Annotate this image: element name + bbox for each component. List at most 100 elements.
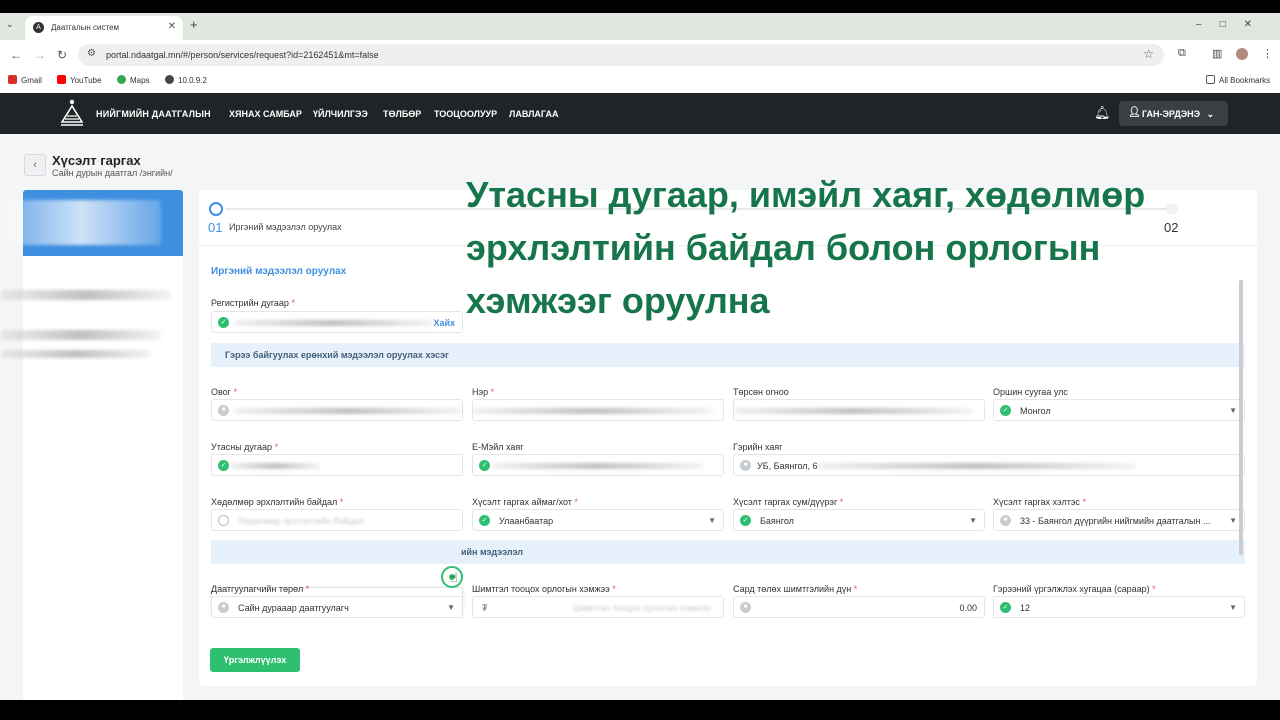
screen: ⌄ A Даатгалын систем ✕ + –□✕ ← → ↻ ⚙ por… [0,0,1280,720]
unit-label: Хүсэлт гаргах хэлтэс * [993,497,1086,507]
income-label: Шимтгэл тооцох орлогын хэмжээ * [472,584,616,594]
close-tab-icon[interactable]: ✕ [168,21,176,32]
scrollbar[interactable] [1239,280,1243,555]
caret-down-icon: ▼ [1229,516,1237,525]
email-field[interactable]: ✓ [472,454,724,476]
menu-services[interactable]: ҮЙЛЧИЛГЭЭ [313,109,368,119]
forward-arrow-icon[interactable]: → [34,48,46,62]
site-info-icon[interactable]: ⚙ [87,48,96,59]
menu-calculator[interactable]: ТООЦООЛУУР [434,109,497,119]
sum-select[interactable]: ✓ Баянгол ▼ [733,509,985,531]
sidepanel-icon[interactable]: ▥ [1212,47,1222,60]
address-bar[interactable]: ⚙ portal.ndaatgal.mn/#/person/services/r… [78,44,1164,66]
sum-label: Хүсэлт гаргах сум/дүүрэг * [733,497,844,507]
birthdate-field[interactable] [733,399,985,421]
country-select[interactable]: ✓ Монгол ▼ [993,399,1245,421]
browser-toolbar: ← → ↻ ⚙ portal.ndaatgal.mn/#/person/serv… [0,40,1280,69]
check-icon: ✓ [218,317,229,328]
employment-label: Хөдөлмөр эрхлэлтийн байдал * [211,497,344,507]
window-controls[interactable]: –□✕ [1196,19,1270,30]
register-label: Регистрийн дугаар * [211,298,295,308]
monthly-label: Сард төлөх шимтгэлийн дүн * [733,584,858,594]
surname-field[interactable]: ■ [211,399,464,421]
back-button[interactable]: ‹ [24,154,46,176]
register-field[interactable]: ✓ Хайх [211,311,463,333]
radio-icon [218,515,229,526]
blurred-value [493,463,703,469]
bookmark-gmail[interactable]: Gmail [8,75,42,85]
check-icon: ✓ [1000,602,1011,613]
new-tab-icon[interactable]: + [190,17,198,32]
step-1-indicator [209,202,223,216]
bookmarks-bar: Gmail YouTube Maps 10.0.9.2 All Bookmark… [0,69,1280,93]
menu-reference[interactable]: ЛАВЛАГАА [509,109,558,119]
tab-search-icon[interactable]: ⌄ [6,19,14,30]
insured-type-select[interactable]: ■ Сайн дурааар даатгуулагч ▼ [211,596,463,618]
unit-select[interactable]: ■ 33 - Баянгол дүүргийн нийгмийн даатгал… [993,509,1245,531]
browser-tabbar: ⌄ A Даатгалын систем ✕ + –□✕ [0,13,1280,40]
lock-icon: ■ [1000,515,1011,526]
bookmark-youtube[interactable]: YouTube [57,75,101,85]
employment-select[interactable]: Хөдөлмөр эрхлэлтийн байдал [211,509,463,531]
chevron-down-icon: ⌄ [1206,109,1215,119]
check-icon: ✓ [479,515,490,526]
step-1-label: Иргэний мэдээлэл оруулах [229,222,342,232]
step-1-number: 01 [208,220,223,235]
check-icon: ✓ [1000,405,1011,416]
user-menu-button[interactable]: 👤︎ ГАН-ЭРДЭНЭ ⌄ [1119,101,1228,126]
app-header: НИЙГМИЙН ДААТГАЛЫН ХЯНАХ САМБАР ҮЙЛЧИЛГЭ… [0,93,1280,134]
address-field[interactable]: ■ УБ, Баянгол, 6 [733,454,1245,476]
phone-field[interactable]: ✓ [211,454,463,476]
bookmark-maps[interactable]: Maps [117,75,150,85]
blurred-user-info [1,200,161,245]
menu-dashboard[interactable]: ХЯНАХ САМБАР [229,109,302,119]
youtube-icon [57,75,66,84]
bell-icon[interactable]: 🔔︎ [1094,105,1111,121]
blurred-value [816,463,1136,469]
mouse-cursor-icon: ☝︎ [450,570,458,585]
blurred-value [234,408,464,414]
bookmark-ip[interactable]: 10.0.9.2 [165,75,207,85]
insurance-info-bar: ийн мэдээлэл [211,540,1245,564]
section-title: Иргэний мэдээлэл оруулах [211,266,347,277]
caption-overlay: Утасны дугаар, имэйл хаяг, хөдөлмөр эрхл… [466,174,1146,321]
country-label: Оршин суугаа улс [993,387,1068,397]
monthly-field[interactable]: ■ 0.00 [733,596,985,618]
term-label: Гэрээний үргэлжлэх хугацаа (сараар) * [993,584,1156,594]
profile-avatar[interactable] [1236,48,1248,60]
letterbox-bottom [0,700,1280,720]
continue-button[interactable]: Үргэлжлүүлэх [210,648,300,672]
maps-icon [117,75,126,84]
name-field[interactable] [472,399,724,421]
folder-icon [1206,75,1215,84]
browser-tab[interactable]: A Даатгалын систем ✕ [25,16,183,40]
tab-title: Даатгалын систем [51,23,120,32]
bookmark-star-icon[interactable]: ☆ [1143,47,1154,61]
page-title: Хүсэлт гаргах [52,153,141,168]
caret-down-icon: ▼ [1229,603,1237,612]
brand-name: НИЙГМИЙН ДААТГАЛЫН [96,109,211,119]
blurred-value [230,463,320,469]
check-icon: ✓ [740,515,751,526]
globe-icon [165,75,174,84]
user-name: ГАН-ЭРДЭНЭ [1142,109,1201,119]
blurred-detail [1,330,161,340]
search-link[interactable]: Хайх [433,318,455,328]
term-select[interactable]: ✓ 12 ▼ [993,596,1245,618]
menu-payments[interactable]: ТӨЛБӨР [383,109,421,119]
url-text: portal.ndaatgal.mn/#/person/services/req… [106,50,379,60]
lock-icon: ■ [740,602,751,613]
kebab-menu-icon[interactable]: ⋮ [1262,47,1273,60]
income-field[interactable]: ₮ Шимтгэл тооцох орлогын хэмжээ [472,596,724,618]
back-arrow-icon[interactable]: ← [10,48,22,62]
all-bookmarks[interactable]: All Bookmarks [1206,75,1270,85]
reload-icon[interactable]: ↻ [57,48,67,62]
general-info-bar: Гэрээ байгуулах ерөнхий мэдээлэл оруулах… [211,343,1245,367]
extensions-icon[interactable]: ⧉ [1178,47,1186,60]
surname-label: Овог * [211,387,237,397]
user-side-panel [1,190,183,700]
logo-icon [60,99,84,126]
blurred-detail [1,350,151,358]
blurred-value [473,408,713,414]
aimag-select[interactable]: ✓ Улаанбаатар ▼ [472,509,724,531]
